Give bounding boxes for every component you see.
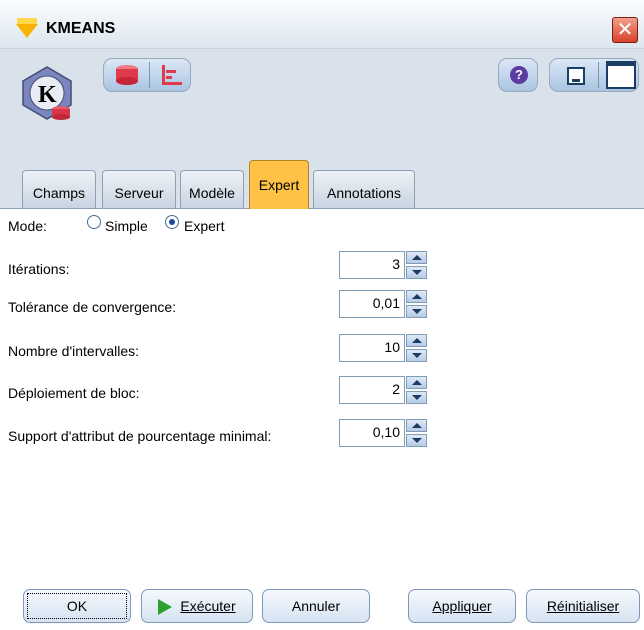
min-attribute-support-input[interactable]: 0,10 — [339, 419, 405, 447]
toolbar-group — [103, 58, 191, 92]
iterations-stepper[interactable] — [406, 251, 427, 279]
help-icon: ? — [510, 66, 528, 84]
tab-expert[interactable]: Expert — [249, 160, 309, 209]
window-controls — [549, 58, 639, 92]
logo-letter: K — [38, 82, 57, 108]
play-icon — [158, 599, 173, 616]
min-attribute-support-value: 0,10 — [372, 424, 400, 440]
stepper-up-icon[interactable] — [406, 290, 427, 303]
min-attribute-support-stepper[interactable] — [406, 419, 427, 447]
kmeans-node-icon: K — [22, 66, 72, 120]
dialog-window: KMEANS ✕ K ? Champs Serveur Modèle Exper… — [0, 0, 644, 630]
mode-simple-radio[interactable] — [87, 215, 101, 229]
min-attribute-support-label: Support d'attribut de pourcentage minima… — [8, 428, 272, 444]
stepper-down-icon[interactable] — [406, 391, 427, 404]
ok-focus-ring — [27, 593, 127, 619]
chart-icon[interactable] — [154, 62, 188, 88]
expert-panel — [0, 209, 644, 630]
block-deployment-label: Déploiement de bloc: — [8, 385, 140, 401]
block-deployment-input[interactable]: 2 — [339, 376, 405, 404]
tab-champs[interactable]: Champs — [22, 170, 96, 208]
minimize-icon[interactable] — [567, 67, 585, 85]
tab-annotations[interactable]: Annotations — [313, 170, 415, 208]
stepper-up-icon[interactable] — [406, 376, 427, 389]
toolbar-separator — [149, 62, 150, 88]
convergence-tolerance-value: 0,01 — [372, 295, 400, 311]
stepper-up-icon[interactable] — [406, 419, 427, 432]
window-title: KMEANS — [46, 20, 116, 37]
stepper-down-icon[interactable] — [406, 266, 427, 279]
ok-button[interactable]: OK — [23, 589, 131, 623]
iterations-input[interactable]: 3 — [339, 251, 405, 279]
mode-expert-label[interactable]: Expert — [184, 218, 224, 234]
stepper-down-icon[interactable] — [406, 305, 427, 318]
help-button[interactable]: ? — [498, 58, 538, 92]
reset-label: Réinitialiser — [546, 598, 620, 614]
convergence-tolerance-input[interactable]: 0,01 — [339, 290, 405, 318]
tab-modele[interactable]: Modèle — [180, 170, 244, 208]
mode-simple-label[interactable]: Simple — [105, 218, 148, 234]
interval-count-value: 10 — [384, 339, 400, 355]
tab-bar: Champs Serveur Modèle Expert Annotations — [0, 160, 644, 209]
block-deployment-stepper[interactable] — [406, 376, 427, 404]
block-deployment-value: 2 — [392, 381, 400, 397]
stepper-up-icon[interactable] — [406, 251, 427, 264]
stepper-down-icon[interactable] — [406, 349, 427, 362]
cancel-button[interactable]: Annuler — [262, 589, 370, 623]
database-icon[interactable] — [109, 62, 145, 88]
apply-label: Appliquer — [432, 598, 492, 614]
tab-serveur[interactable]: Serveur — [102, 170, 176, 208]
close-button[interactable]: ✕ — [612, 17, 638, 43]
cancel-label: Annuler — [291, 598, 341, 614]
interval-count-stepper[interactable] — [406, 334, 427, 362]
maximize-icon[interactable] — [606, 61, 636, 89]
interval-count-input[interactable]: 10 — [339, 334, 405, 362]
run-label: Exécuter — [180, 598, 236, 614]
interval-count-label: Nombre d'intervalles: — [8, 343, 140, 359]
apply-button[interactable]: Appliquer — [408, 589, 516, 623]
gem-icon — [16, 24, 38, 38]
iterations-value: 3 — [392, 256, 400, 272]
convergence-tolerance-stepper[interactable] — [406, 290, 427, 318]
mode-expert-radio[interactable] — [165, 215, 179, 229]
reset-button[interactable]: Réinitialiser — [526, 589, 640, 623]
stepper-down-icon[interactable] — [406, 434, 427, 447]
mode-label: Mode: — [8, 218, 47, 234]
title-bar: KMEANS ✕ — [0, 0, 644, 49]
window-controls-separator — [598, 62, 599, 88]
stepper-up-icon[interactable] — [406, 334, 427, 347]
convergence-tolerance-label: Tolérance de convergence: — [8, 299, 177, 315]
iterations-label: Itérations: — [8, 261, 70, 277]
run-button[interactable]: Exécuter — [141, 589, 253, 623]
